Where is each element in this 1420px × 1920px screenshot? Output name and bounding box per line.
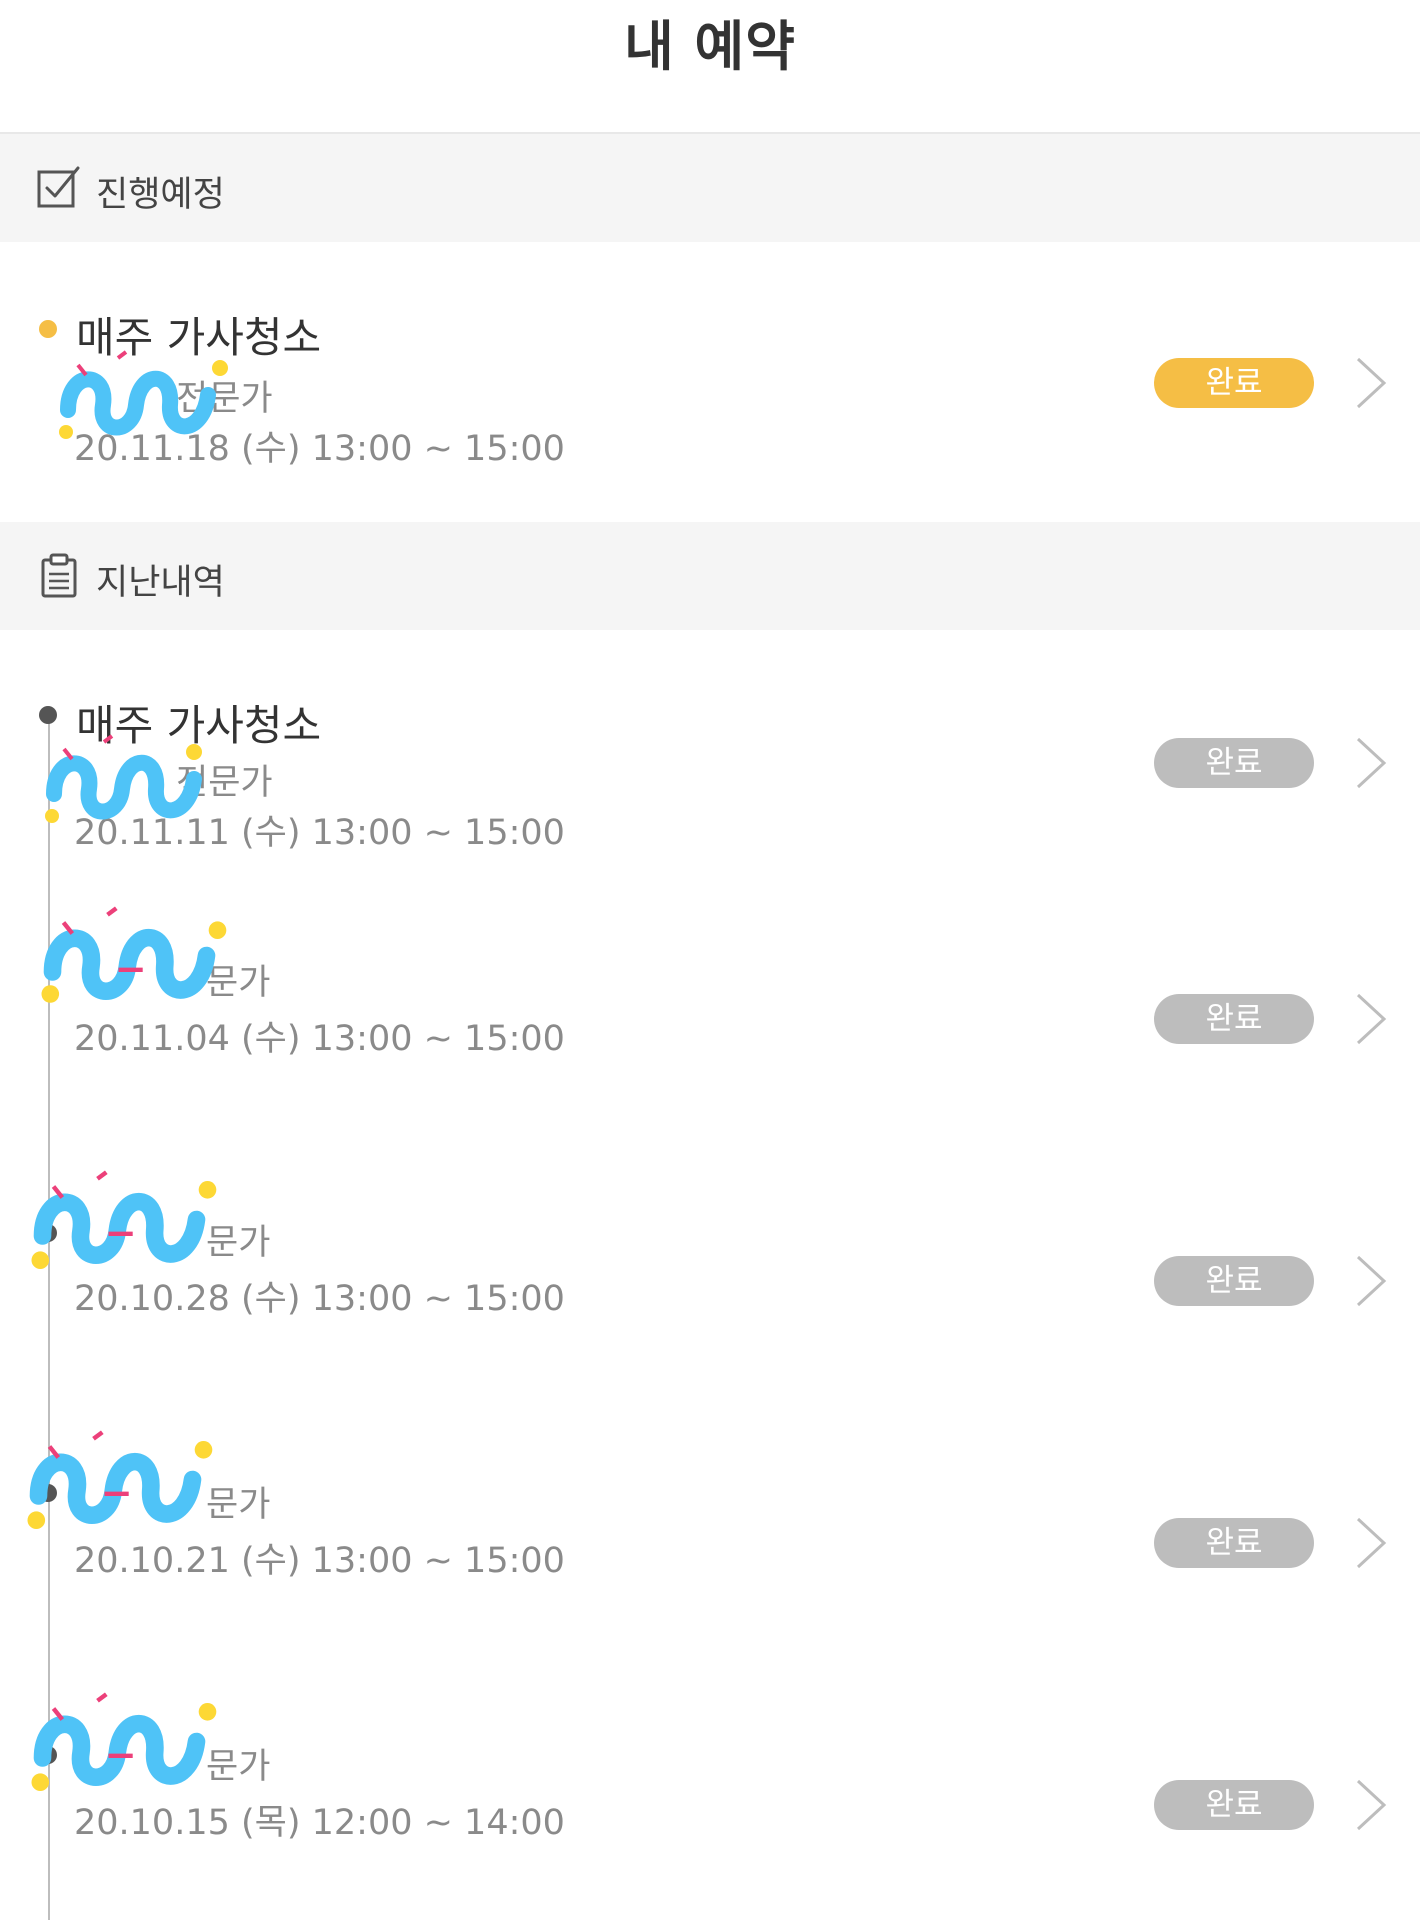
sticker-icon (27, 1430, 213, 1529)
app-header: 내 예약 (0, 0, 1420, 134)
status-badge: 완료 (1154, 1518, 1314, 1568)
status-badge: 완료 (1154, 738, 1314, 788)
reservation-item[interactable]: 문가 20.10.15 (목) 12:00 ~ 14:00 완료 (0, 1664, 1420, 1884)
reservation-date: 20.11.04 (수) 13:00 ~ 15:00 (74, 1019, 565, 1059)
chevron-right-icon[interactable] (1352, 1516, 1388, 1570)
chevron-right-icon[interactable] (1352, 992, 1388, 1046)
section-header-history: 지난내역 (0, 522, 1420, 630)
reservation-item[interactable]: 문가 20.10.28 (수) 13:00 ~ 15:00 완료 (0, 1140, 1420, 1360)
section-label-history: 지난내역 (96, 563, 225, 603)
status-badge: 완료 (1154, 358, 1314, 408)
reservation-item-upcoming[interactable]: 매주 가사청소 전문가 20.11.18 (수) 13:00 ~ 15:00 완… (0, 242, 1420, 522)
status-dot (39, 706, 57, 724)
sticker-icon (31, 1692, 217, 1791)
status-badge: 완료 (1154, 1780, 1314, 1830)
page-title: 내 예약 (624, 15, 796, 78)
reservations-screen: 내 예약 진행예정 매주 가사청소 전문가 20.11.18 (수) 13:00… (0, 0, 1420, 1920)
sticker-icon (41, 906, 227, 1003)
clipboard-icon (41, 553, 77, 598)
chevron-right-icon[interactable] (1352, 1778, 1388, 1832)
chevron-right-icon[interactable] (1352, 1254, 1388, 1308)
reservation-item[interactable]: 매주 가사청소 전문가 20.11.11 (수) 13:00 ~ 15:00 완… (0, 630, 1420, 860)
section-label-upcoming: 진행예정 (96, 175, 225, 215)
chevron-right-icon[interactable] (1352, 736, 1388, 790)
sticker-icon (59, 350, 228, 439)
checkbox-icon (37, 166, 80, 208)
reservation-item[interactable]: 문가 20.10.21 (수) 13:00 ~ 15:00 완료 (0, 1402, 1420, 1622)
status-dot (39, 320, 57, 338)
sticker-icon (45, 734, 202, 823)
chevron-right-icon[interactable] (1352, 356, 1388, 410)
sticker-icon (31, 1170, 217, 1269)
status-badge: 완료 (1154, 1256, 1314, 1306)
section-header-upcoming: 진행예정 (0, 134, 1420, 242)
reservation-item[interactable]: 문가 20.11.04 (수) 13:00 ~ 15:00 완료 (0, 880, 1420, 1100)
status-badge: 완료 (1154, 994, 1314, 1044)
